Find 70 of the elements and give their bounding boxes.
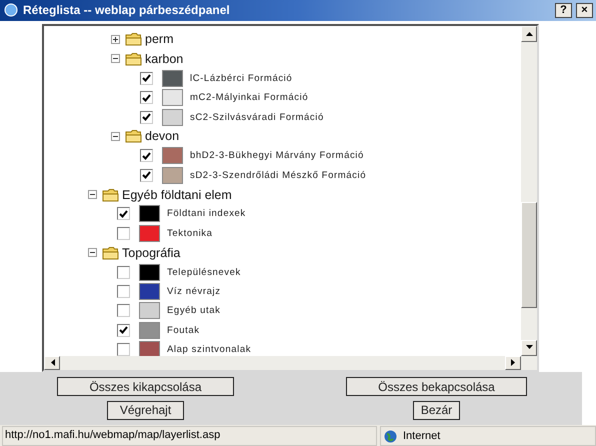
close-button[interactable]: Bezár — [413, 400, 460, 420]
layer-checkbox[interactable] — [140, 149, 153, 162]
left-arrow-icon — [50, 359, 54, 366]
folder-label[interactable]: karbon — [145, 52, 184, 66]
collapse-toggle[interactable] — [111, 132, 120, 141]
check-icon — [142, 152, 151, 160]
layer-checkbox[interactable] — [117, 304, 130, 318]
folder-label[interactable]: Egyéb földtani elem — [122, 188, 232, 202]
layer-label: Településnevek — [167, 266, 241, 278]
layer-label: Alap szintvonalak — [167, 344, 252, 356]
layer-label: Víz névrajz — [167, 286, 221, 298]
apply-button[interactable]: Végrehajt — [107, 400, 184, 420]
layer-checkbox[interactable] — [140, 72, 153, 85]
layer-label: bhD2-3-Bükhegyi Márvány Formáció — [190, 150, 364, 162]
security-zone-label: Internet — [403, 430, 440, 442]
collapse-toggle[interactable] — [111, 54, 120, 64]
down-arrow-icon — [526, 345, 532, 350]
layer-checkbox[interactable] — [140, 168, 153, 182]
collapse-toggle[interactable] — [88, 248, 97, 258]
layer-label: sC2-Szilvásváradi Formáció — [190, 112, 324, 123]
folder-icon — [102, 188, 119, 202]
layer-checkbox[interactable] — [117, 266, 130, 279]
layer-label: mC2-Mályinkai Formáció — [190, 92, 308, 104]
check-icon — [119, 326, 128, 334]
collapse-toggle[interactable] — [88, 190, 97, 200]
folder-label[interactable]: devon — [145, 129, 180, 144]
layer-checkbox[interactable] — [140, 110, 153, 124]
layer-checkbox[interactable] — [117, 207, 130, 220]
check-icon — [142, 94, 151, 102]
right-arrow-icon — [510, 359, 516, 366]
browser-logo-icon — [3, 2, 19, 18]
globe-icon — [384, 430, 397, 443]
all-on-button[interactable]: Összes bekapcsolása — [346, 377, 527, 396]
layer-label: Tektonika — [167, 228, 213, 239]
layer-label: Földtani indexek — [167, 208, 246, 220]
folder-icon — [102, 246, 119, 260]
folder-icon — [125, 129, 142, 144]
window-title: Réteglista -- weblap párbeszédpanel — [23, 3, 231, 18]
layer-checkbox[interactable] — [117, 324, 130, 337]
check-icon — [142, 74, 151, 82]
scroll-down-button[interactable] — [521, 340, 537, 356]
scrollbar-corner — [521, 356, 537, 370]
plus-icon — [112, 36, 119, 43]
scroll-left-button[interactable] — [44, 356, 60, 370]
all-off-button[interactable]: Összes kikapcsolása — [57, 377, 234, 396]
scroll-right-button[interactable] — [505, 356, 521, 370]
folder-label[interactable]: Topográfia — [122, 246, 180, 260]
layer-label: Foutak — [167, 324, 200, 336]
title-bar-button[interactable]: ? — [555, 2, 572, 18]
layer-label: Egyéb utak — [167, 305, 221, 316]
layer-checkbox[interactable] — [117, 285, 130, 298]
check-icon — [142, 113, 151, 122]
check-icon — [142, 171, 151, 180]
vertical-scrollbar[interactable] — [521, 26, 537, 356]
status-url: http://no1.mafi.hu/webmap/map/layerlist.asp — [2, 426, 377, 446]
folder-icon — [125, 32, 142, 46]
layer-checkbox[interactable] — [117, 343, 130, 356]
layer-checkbox[interactable] — [140, 91, 153, 104]
folder-icon — [125, 52, 142, 66]
scroll-up-button[interactable] — [521, 26, 537, 42]
check-icon — [119, 210, 128, 218]
expand-toggle[interactable] — [111, 34, 120, 44]
title-bar-button[interactable]: × — [576, 2, 593, 18]
scroll-thumb[interactable] — [521, 202, 537, 308]
layer-checkbox[interactable] — [117, 226, 130, 240]
horizontal-scrollbar[interactable] — [44, 356, 521, 370]
layer-label: lC-Lázbérci Formáció — [190, 72, 292, 84]
layer-label: sD2-3-Szendrőládi Mészkő Formáció — [190, 170, 366, 181]
folder-label[interactable]: perm — [145, 32, 174, 46]
up-arrow-icon — [526, 31, 532, 36]
